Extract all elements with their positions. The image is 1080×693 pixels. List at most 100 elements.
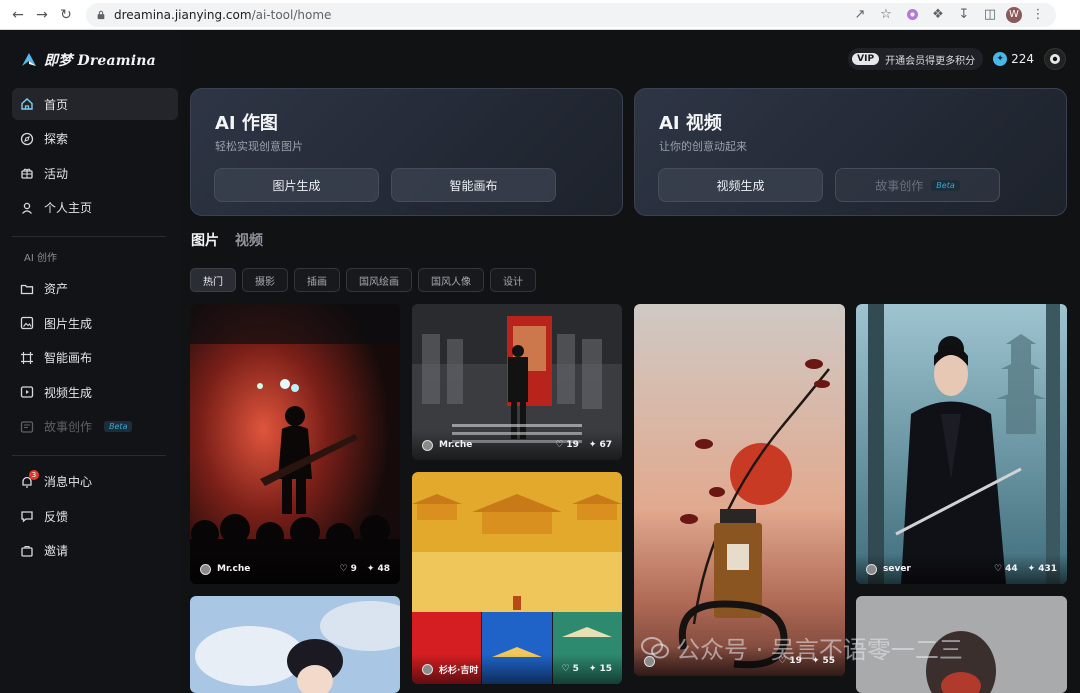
tab-images[interactable]: 图片 bbox=[191, 230, 219, 250]
sidebar-item-canvas[interactable]: 智能画布 bbox=[12, 342, 178, 374]
back-arrow-icon[interactable]: ← bbox=[6, 3, 30, 27]
sidebar-item-label: 反馈 bbox=[44, 509, 69, 524]
sidebar-item-video-gen[interactable]: 视频生成 bbox=[12, 376, 178, 408]
video-generate-button[interactable]: 视频生成 bbox=[658, 168, 823, 202]
forward-arrow-icon[interactable]: → bbox=[30, 3, 54, 27]
author-name[interactable]: 杉杉·吉时 bbox=[439, 663, 478, 676]
browser-nav: ← → ↻ bbox=[0, 3, 78, 27]
bookmark-star-icon[interactable]: ☆ bbox=[876, 5, 896, 25]
sidebar-item-explore[interactable]: 探索 bbox=[12, 123, 178, 155]
share-icon[interactable]: ↗ bbox=[850, 5, 870, 25]
card-stats: ♡ 5 ✦ 15 bbox=[562, 664, 612, 674]
canvas-icon bbox=[20, 351, 34, 365]
sidebar-item-activity[interactable]: 活动 bbox=[12, 157, 178, 189]
gallery-card[interactable]: Mr.che ♡ 19 ✦ 67 bbox=[412, 304, 622, 460]
sidebar-item-image-gen[interactable]: 图片生成 bbox=[12, 307, 178, 339]
likes[interactable]: ♡ 5 bbox=[562, 664, 579, 674]
author-name[interactable]: sever bbox=[883, 564, 911, 574]
address-bar[interactable]: dreamina.jianying.com/ai-tool/home ↗ ☆ ❖… bbox=[86, 2, 1056, 27]
tab-videos[interactable]: 视频 bbox=[235, 230, 263, 250]
gallery-card[interactable] bbox=[190, 596, 400, 693]
likes[interactable]: ♡ 44 bbox=[994, 564, 1018, 574]
invite-icon bbox=[20, 544, 34, 558]
remixes[interactable]: ✦ 48 bbox=[367, 564, 390, 574]
user-icon bbox=[20, 201, 34, 215]
bell-icon: 3 bbox=[20, 469, 39, 489]
likes-count: 5 bbox=[572, 664, 579, 674]
story-create-button[interactable]: 故事创作 Beta bbox=[835, 168, 1000, 202]
logo[interactable]: 即梦 Dreamina bbox=[20, 50, 156, 70]
image-generate-button[interactable]: 图片生成 bbox=[214, 168, 379, 202]
gallery-card[interactable]: ♡ 19 ✦ 55 bbox=[634, 304, 845, 676]
author-avatar bbox=[422, 663, 433, 675]
sidebar-item-invite[interactable]: 邀请 bbox=[12, 535, 178, 567]
author-name[interactable]: Mr.che bbox=[217, 564, 250, 574]
sparkle-icon: ✦ bbox=[588, 664, 597, 674]
chip-guofeng-portrait[interactable]: 国风人像 bbox=[418, 268, 484, 292]
sparkle-icon: ✦ bbox=[1027, 564, 1036, 574]
chip-hot[interactable]: 热门 bbox=[190, 268, 236, 292]
sidebar-divider bbox=[12, 235, 166, 237]
likes[interactable]: ♡ 9 bbox=[340, 564, 357, 574]
hero-subtitle: 让你的创意动起来 bbox=[659, 140, 747, 153]
card-stats: ♡ 44 ✦ 431 bbox=[994, 564, 1057, 574]
sidebar: 即梦 Dreamina 首页 探索 活动 个人主页 AI 创作 资产 图片生成 … bbox=[0, 30, 180, 693]
card-stats: ♡ 19 ✦ 67 bbox=[555, 440, 612, 450]
credit-icon: ✦ bbox=[993, 52, 1008, 66]
gallery-card[interactable]: 杉杉·吉时 ♡ 5 ✦ 15 bbox=[412, 472, 622, 684]
sidebar-item-label: 探索 bbox=[44, 132, 69, 146]
beta-badge: Beta bbox=[931, 179, 960, 191]
chip-design[interactable]: 设计 bbox=[490, 268, 536, 292]
folder-icon bbox=[20, 282, 34, 296]
extension-flower-icon[interactable] bbox=[902, 5, 922, 25]
sidebar-item-story[interactable]: 故事创作 Beta bbox=[12, 411, 178, 443]
sidebar-menu: 首页 探索 活动 个人主页 AI 创作 资产 图片生成 智能画布 视频生成 故事… bbox=[12, 88, 178, 569]
menu-dots-icon[interactable]: ⋮ bbox=[1028, 5, 1048, 25]
card-stats: ♡ 9 ✦ 48 bbox=[340, 564, 390, 574]
likes[interactable]: ♡ 19 bbox=[555, 440, 579, 450]
sidebar-item-label: 图片生成 bbox=[44, 316, 93, 331]
sidebar-item-profile[interactable]: 个人主页 bbox=[12, 192, 178, 224]
sidebar-item-home[interactable]: 首页 bbox=[12, 88, 178, 120]
samurai-woman-image bbox=[856, 304, 1067, 584]
vip-upgrade-button[interactable]: VIP 开通会员得更多积分 bbox=[848, 48, 984, 70]
chip-illustration[interactable]: 插画 bbox=[294, 268, 340, 292]
url-text[interactable]: dreamina.jianying.com/ai-tool/home bbox=[114, 8, 331, 22]
chip-photography[interactable]: 摄影 bbox=[242, 268, 288, 292]
sidebar-divider bbox=[12, 454, 166, 456]
side-panel-icon[interactable]: ◫ bbox=[980, 5, 1000, 25]
author-avatar bbox=[200, 563, 211, 575]
likes-count: 9 bbox=[350, 564, 357, 574]
profile-avatar[interactable]: W bbox=[1006, 6, 1022, 23]
chip-guofeng-painting[interactable]: 国风绘画 bbox=[346, 268, 412, 292]
remixes[interactable]: ✦ 431 bbox=[1028, 564, 1057, 574]
author-avatar bbox=[422, 439, 433, 451]
likes-count: 19 bbox=[566, 440, 579, 450]
smart-canvas-button[interactable]: 智能画布 bbox=[391, 168, 556, 202]
hero-title: AI 视频 bbox=[659, 113, 722, 134]
url-host: dreamina.jianying.com bbox=[114, 7, 252, 22]
gallery-card[interactable]: sever ♡ 44 ✦ 431 bbox=[856, 304, 1067, 584]
remixes[interactable]: ✦ 15 bbox=[589, 664, 612, 674]
hero-card-ai-video: AI 视频 让你的创意动起来 视频生成 故事创作 Beta bbox=[634, 88, 1067, 216]
concert-guitarist-image bbox=[190, 304, 400, 584]
credits-counter[interactable]: ✦ 224 bbox=[993, 52, 1034, 66]
sidebar-item-label: 故事创作 bbox=[44, 420, 93, 434]
download-icon[interactable]: ↧ bbox=[954, 5, 974, 25]
reload-icon[interactable]: ↻ bbox=[54, 3, 78, 27]
heart-icon: ♡ bbox=[339, 564, 348, 574]
gallery-card[interactable]: Mr.che ♡ 9 ✦ 48 bbox=[190, 304, 400, 584]
author-name[interactable]: Mr.che bbox=[439, 440, 472, 450]
extensions-puzzle-icon[interactable]: ❖ bbox=[928, 5, 948, 25]
lock-icon[interactable] bbox=[94, 8, 108, 22]
sidebar-item-messages[interactable]: 3 消息中心 bbox=[12, 466, 178, 498]
vip-text: 开通会员得更多积分 bbox=[885, 55, 976, 67]
heart-icon: ♡ bbox=[561, 664, 570, 674]
sidebar-item-feedback[interactable]: 反馈 bbox=[12, 500, 178, 532]
wechat-icon bbox=[641, 636, 669, 658]
user-avatar[interactable] bbox=[1044, 48, 1066, 70]
remixes[interactable]: ✦ 67 bbox=[589, 440, 612, 450]
sidebar-item-assets[interactable]: 资产 bbox=[12, 273, 178, 305]
card-meta: Mr.che ♡ 19 ✦ 67 bbox=[412, 430, 622, 460]
heart-icon: ♡ bbox=[994, 564, 1003, 574]
